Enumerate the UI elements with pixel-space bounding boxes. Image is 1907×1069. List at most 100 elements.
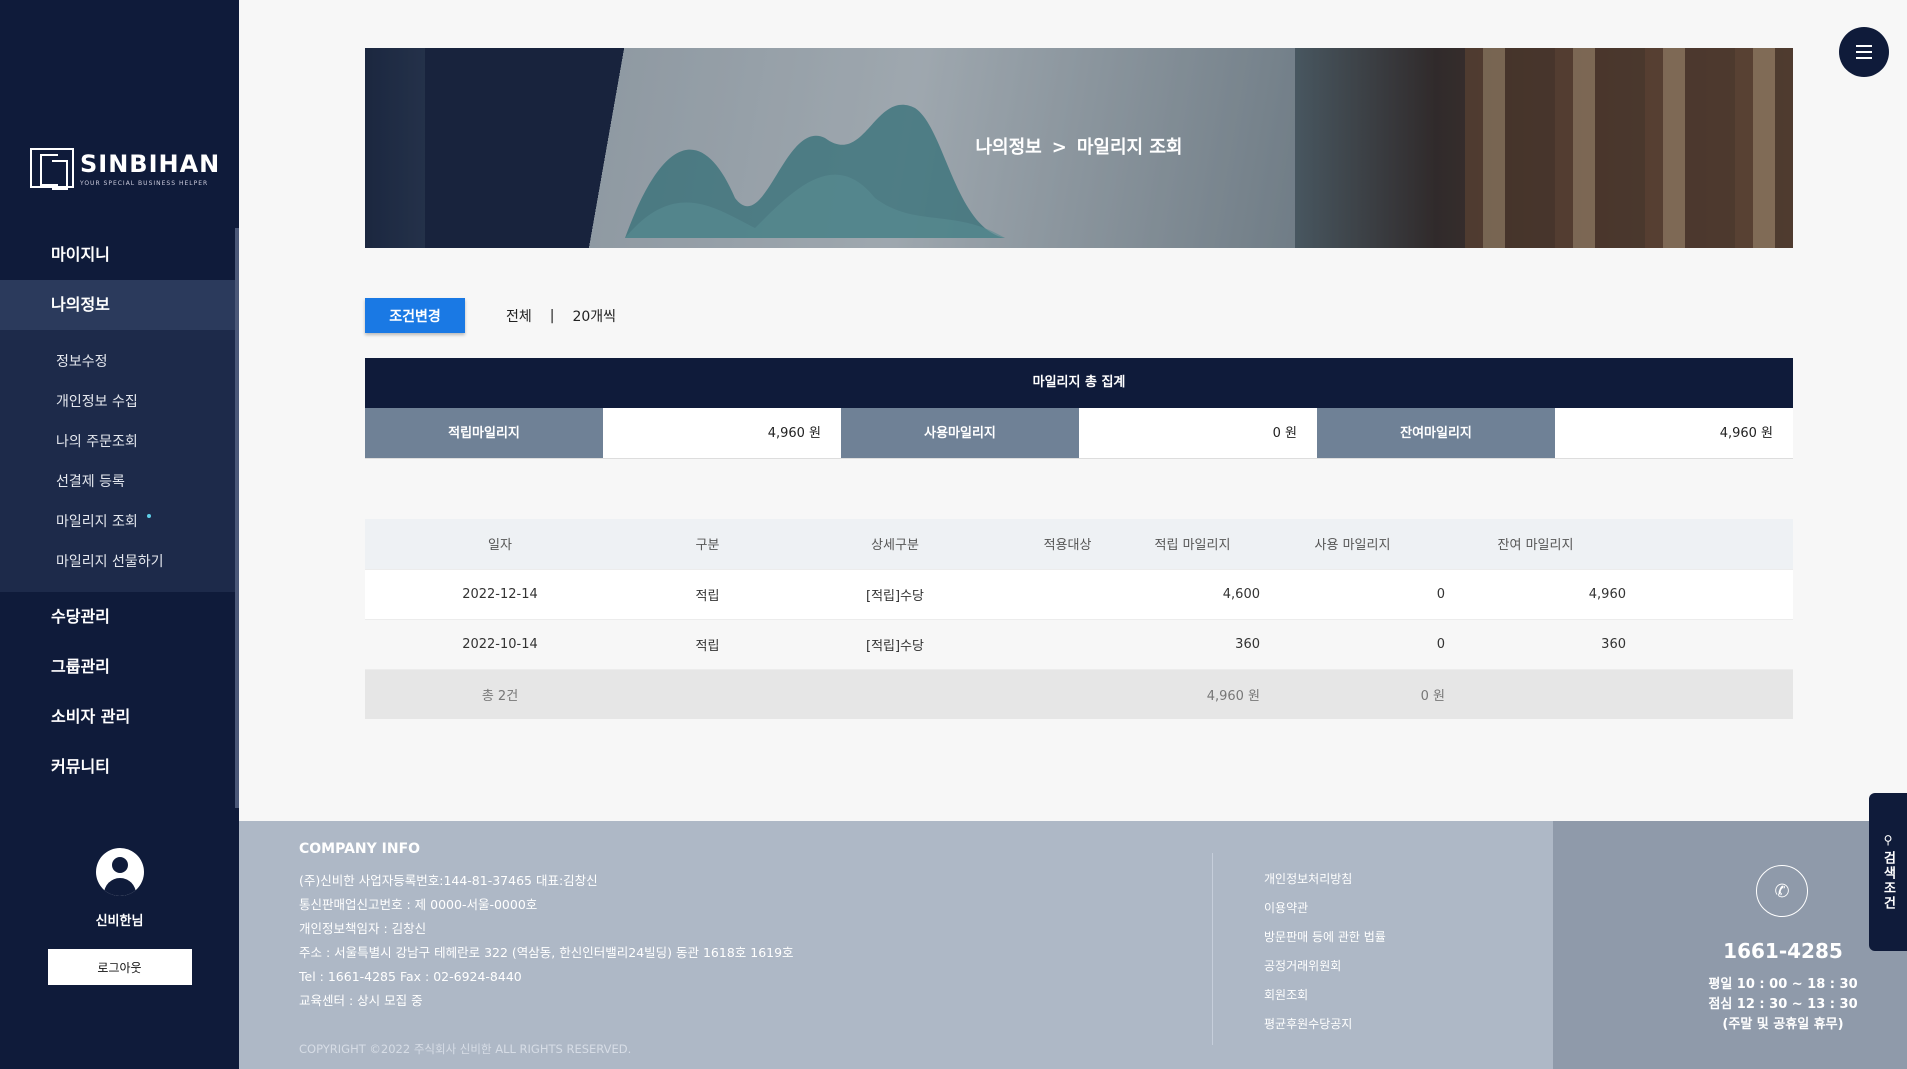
cell-target <box>1010 618 1125 669</box>
search-condition-label: 검색조건 <box>1880 851 1896 911</box>
header-type: 구분 <box>635 519 780 569</box>
header-earned: 적립 마일리지 <box>1125 519 1260 569</box>
contact-hours-holiday: (주말 및 공휴일 휴무) <box>1722 1017 1844 1032</box>
balance-label: 잔여마일리지 <box>1317 408 1555 458</box>
menu-item-community[interactable]: 커뮤니티 <box>0 742 235 792</box>
contact-box: ✆ 1661-4285 평일 10 : 00 ~ 18 : 30 점심 12 :… <box>1553 821 1907 1069</box>
summary-title: 마일리지 총 집계 <box>365 358 1793 408</box>
breadcrumb: 나의정보 > 마일리지 조회 <box>365 48 1793 248</box>
table-row: 2022-12-14 적립 [적립]수당 4,600 0 4,960 <box>365 568 1793 619</box>
menu-icon <box>1856 43 1872 61</box>
submenu-item-my-orders[interactable]: 나의 주문조회 <box>0 422 235 462</box>
earned-value: 4,960 원 <box>603 408 841 458</box>
header-used: 사용 마일리지 <box>1260 519 1445 569</box>
total-count: 총 2건 <box>365 668 635 719</box>
page-banner: 나의정보 > 마일리지 조회 <box>365 48 1793 248</box>
table-header-row: 일자 구분 상세구분 적용대상 적립 마일리지 사용 마일리지 잔여 마일리지 <box>365 519 1793 569</box>
footer-link-member-lookup[interactable]: 회원조회 <box>1264 981 1386 1010</box>
filter-scope: 전체 <box>506 308 532 325</box>
company-info-line: Tel : 1661-4285 Fax : 02-6924-8440 <box>299 969 522 984</box>
cell-type: 적립 <box>635 568 780 619</box>
header-date: 일자 <box>365 519 635 569</box>
cell-used: 0 <box>1260 618 1445 669</box>
cell-balance: 4,960 <box>1445 568 1626 619</box>
company-info-line: 교육센터 : 상시 모집 중 <box>299 993 423 1008</box>
filter-separator: | <box>549 307 555 324</box>
logo-tagline: YOUR SPECIAL BUSINESS HELPER <box>80 179 209 187</box>
company-info-line: 통신판매업신고번호 : 제 0000-서울-0000호 <box>299 897 538 912</box>
company-info: COMPANY INFO (주)신비한 사업자등록번호:144-81-37465… <box>299 841 794 1013</box>
earned-label: 적립마일리지 <box>365 408 603 458</box>
active-indicator-dot <box>147 514 151 518</box>
cell-balance: 360 <box>1445 618 1626 669</box>
table-row: 2022-10-14 적립 [적립]수당 360 0 360 <box>365 618 1793 669</box>
submenu-my-info: 정보수정 개인정보 수집 나의 주문조회 선결제 등록 마일리지 조회 마일리지… <box>0 330 235 592</box>
contact-phone[interactable]: 1661-4285 <box>1703 939 1863 963</box>
used-value: 0 원 <box>1079 408 1317 458</box>
total-used: 0 원 <box>1260 668 1445 719</box>
table-total-row: 총 2건 4,960 원 0 원 <box>365 668 1793 719</box>
logo-name: SINBIHAN <box>80 149 221 178</box>
footer-link-privacy[interactable]: 개인정보처리방침 <box>1264 865 1386 894</box>
search-condition-tab[interactable]: ⚲ 검색조건 <box>1869 793 1907 951</box>
cell-date: 2022-10-14 <box>365 618 635 669</box>
filter-row: 조건변경 전체 | 20개씩 <box>365 298 616 333</box>
menu-item-group[interactable]: 그룹관리 <box>0 642 235 692</box>
footer: COMPANY INFO (주)신비한 사업자등록번호:144-81-37465… <box>239 821 1553 1069</box>
contact-hours-weekday: 평일 10 : 00 ~ 18 : 30 <box>1708 977 1858 992</box>
footer-link-terms[interactable]: 이용약관 <box>1264 894 1386 923</box>
change-condition-button[interactable]: 조건변경 <box>365 298 465 333</box>
menu-item-consumer[interactable]: 소비자 관리 <box>0 692 235 742</box>
breadcrumb-parent[interactable]: 나의정보 <box>976 137 1042 158</box>
footer-link-allowance-notice[interactable]: 평균후원수당공지 <box>1264 1010 1386 1039</box>
logo[interactable]: SINBIHAN YOUR SPECIAL BUSINESS HELPER <box>30 148 221 190</box>
avatar-icon <box>95 848 144 896</box>
sidebar-menu: 마이지니 나의정보 정보수정 개인정보 수집 나의 주문조회 선결제 등록 마일… <box>0 230 235 792</box>
summary-row: 적립마일리지 4,960 원 사용마일리지 0 원 잔여마일리지 4,960 원 <box>365 408 1793 459</box>
mileage-summary: 마일리지 총 집계 적립마일리지 4,960 원 사용마일리지 0 원 잔여마일… <box>365 358 1793 459</box>
company-info-line: (주)신비한 사업자등록번호:144-81-37465 대표:김창신 <box>299 873 598 888</box>
hamburger-menu-button[interactable] <box>1839 27 1889 77</box>
company-info-line: 개인정보책임자 : 김창신 <box>299 921 427 936</box>
submenu-item-mileage-view[interactable]: 마일리지 조회 <box>0 502 235 542</box>
user-box: 신비한님 로그아웃 <box>0 848 239 985</box>
submenu-item-prepay[interactable]: 선결제 등록 <box>0 462 235 502</box>
menu-item-allowance[interactable]: 수당관리 <box>0 592 235 642</box>
cell-earned: 360 <box>1125 618 1260 669</box>
mileage-history-table: 일자 구분 상세구분 적용대상 적립 마일리지 사용 마일리지 잔여 마일리지 … <box>365 519 1793 719</box>
cell-detail: [적립]수당 <box>780 618 1010 669</box>
contact-hours: 평일 10 : 00 ~ 18 : 30 점심 12 : 30 ~ 13 : 3… <box>1703 975 1863 1035</box>
cell-used: 0 <box>1260 568 1445 619</box>
footer-link-ftc[interactable]: 공정거래위원회 <box>1264 952 1386 981</box>
submenu-item-edit-info[interactable]: 정보수정 <box>0 342 235 382</box>
contact-hours-lunch: 점심 12 : 30 ~ 13 : 30 <box>1708 997 1858 1012</box>
cell-target <box>1010 568 1125 619</box>
cell-date: 2022-12-14 <box>365 568 635 619</box>
total-earned: 4,960 원 <box>1125 668 1260 719</box>
menu-item-my-genie[interactable]: 마이지니 <box>0 230 235 280</box>
logout-button[interactable]: 로그아웃 <box>47 949 192 985</box>
sidebar-scrollbar[interactable] <box>235 228 239 808</box>
copyright: COPYRIGHT ©2022 주식회사 신비한 ALL RIGHTS RESE… <box>299 1042 632 1056</box>
header-balance: 잔여 마일리지 <box>1445 519 1626 569</box>
search-icon: ⚲ <box>1883 833 1893 847</box>
submenu-item-mileage-gift[interactable]: 마일리지 선물하기 <box>0 542 235 582</box>
cell-earned: 4,600 <box>1125 568 1260 619</box>
used-label: 사용마일리지 <box>841 408 1079 458</box>
company-info-line: 주소 : 서울특별시 강남구 테헤란로 322 (역삼동, 한신인터밸리24빌딩… <box>299 945 794 960</box>
company-info-title: COMPANY INFO <box>299 841 421 857</box>
header-detail: 상세구분 <box>780 519 1010 569</box>
breadcrumb-current: 마일리지 조회 <box>1076 137 1183 158</box>
footer-divider <box>1212 853 1213 1045</box>
sidebar: SINBIHAN YOUR SPECIAL BUSINESS HELPER 마이… <box>0 0 239 1069</box>
user-name: 신비한님 <box>95 914 144 929</box>
filter-page-size: 20개씩 <box>572 308 617 325</box>
breadcrumb-separator: > <box>1051 137 1067 158</box>
submenu-item-label: 마일리지 조회 <box>56 514 138 530</box>
menu-item-my-info[interactable]: 나의정보 <box>0 280 235 330</box>
logo-mark-icon <box>30 148 74 190</box>
phone-icon: ✆ <box>1756 865 1808 917</box>
submenu-item-privacy-collect[interactable]: 개인정보 수집 <box>0 382 235 422</box>
cell-type: 적립 <box>635 618 780 669</box>
footer-link-door-sales-law[interactable]: 방문판매 등에 관한 법률 <box>1264 923 1386 952</box>
